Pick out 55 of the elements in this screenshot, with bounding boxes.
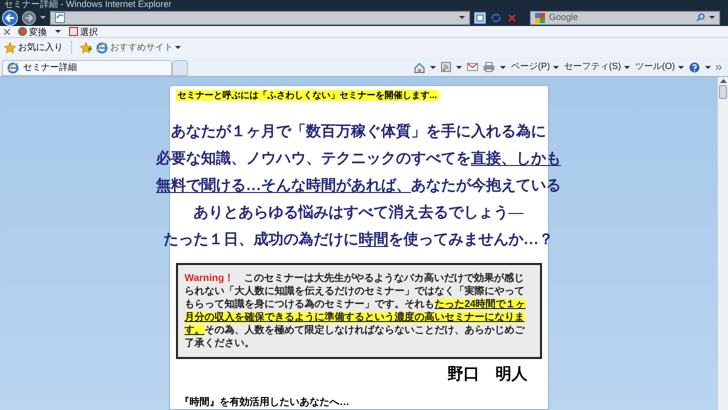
signature: 野口 明人 (448, 365, 528, 385)
globe-icon (18, 27, 27, 36)
close-icon[interactable] (4, 28, 10, 34)
ie-icon (96, 42, 108, 54)
caret-icon[interactable] (456, 66, 462, 68)
chevron-icon[interactable] (716, 64, 722, 70)
caret-icon (709, 16, 715, 19)
headline-line: あなたが１ヶ月で「数百万稼ぐ体質」を手に入れる為に (171, 122, 546, 142)
forward-icon[interactable] (22, 10, 36, 24)
caret-icon (459, 16, 465, 19)
headline-line: たった１日、成功の為だけに時間を使ってみませんか…？ (164, 230, 554, 250)
toolbar-button[interactable]: 変換 (18, 26, 47, 36)
toolbar-button[interactable]: 選択 (69, 26, 98, 36)
feed-icon[interactable] (441, 62, 451, 72)
search-icon (696, 13, 705, 22)
ie-icon (7, 62, 19, 74)
menu-button[interactable]: ページ(P) (511, 60, 559, 74)
star-icon (4, 42, 16, 54)
add-favorite-icon[interactable] (80, 42, 92, 54)
menu-button[interactable]: ツール(O) (635, 60, 684, 74)
home-icon[interactable] (414, 62, 425, 72)
menu-button[interactable]: セーフティ(S) (564, 60, 630, 74)
mail-icon[interactable] (467, 63, 478, 71)
page-icon (55, 12, 65, 23)
headline-line: 無料で聞ける…そんな時間があれば、あなたが今抱えている (156, 176, 561, 196)
caret-icon[interactable] (55, 30, 61, 33)
caret-icon[interactable] (705, 66, 711, 68)
caret-icon[interactable] (40, 16, 46, 19)
back-icon[interactable] (2, 10, 18, 26)
caret-icon (624, 66, 630, 68)
tab[interactable]: セミナー詳細 (2, 60, 172, 76)
caret-icon[interactable] (430, 66, 436, 68)
address-field[interactable] (50, 10, 470, 24)
suggested-sites-button[interactable]: おすすめサイト (96, 40, 181, 54)
scroll-thumb[interactable] (719, 85, 727, 99)
caret-icon (553, 66, 559, 68)
caret-icon (175, 46, 181, 49)
search-field[interactable]: Google (530, 10, 720, 24)
headline-line: ありとあらゆる悩みはすべて消え去るでしょう― (194, 203, 524, 223)
compatibility-icon[interactable] (474, 12, 486, 24)
caret-icon (678, 66, 684, 68)
help-icon[interactable] (689, 62, 700, 72)
stop-icon[interactable] (506, 12, 518, 24)
google-logo-icon (535, 12, 545, 22)
headline-line: 必要な知識、ノウハウ、テクニックのすべてを直接、しかも (156, 149, 561, 169)
banner-text: セミナーと呼ぶには「ふさわしくない」セミナーを開催します... (176, 90, 440, 101)
refresh-icon[interactable] (490, 12, 502, 24)
print-icon[interactable] (483, 62, 495, 72)
scrollbar[interactable] (717, 77, 728, 410)
caret-icon[interactable] (500, 66, 506, 68)
search-input[interactable]: Google (549, 10, 692, 24)
selection-icon (69, 27, 78, 36)
scroll-up-icon (720, 79, 726, 83)
favorites-button[interactable]: お気に入り (4, 40, 63, 54)
subheading: 『時間』を有効活用したいあなたへ… (180, 397, 350, 409)
